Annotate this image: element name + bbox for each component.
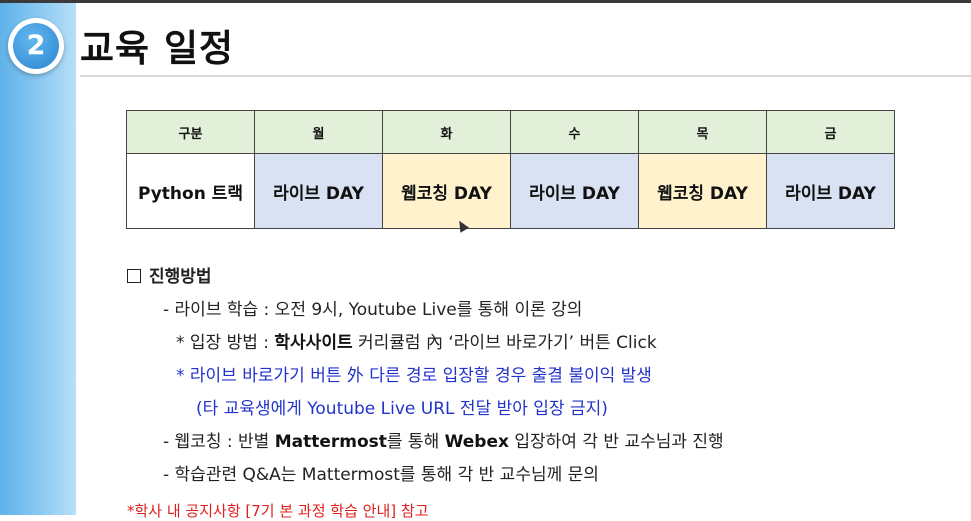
qa-line: - 학습관련 Q&A는 Mattermost를 통해 각 반 교수님께 문의 bbox=[163, 465, 599, 485]
left-accent-bar bbox=[0, 3, 76, 515]
friday-cell: 라이브 DAY bbox=[766, 153, 895, 229]
live-line: - 라이브 학습 : 오전 9시, Youtube Live를 통해 이론 강의 bbox=[163, 300, 583, 320]
warning-line-1: * 라이브 바로가기 버튼 外 다른 경로 입장할 경우 출결 불이익 발생 bbox=[176, 366, 652, 386]
entry-prefix: * 입장 방법 : bbox=[176, 333, 275, 353]
wednesday-cell: 라이브 DAY bbox=[510, 153, 639, 229]
track-name-cell: Python 트랙 bbox=[126, 153, 255, 229]
web-prefix: - 웹코칭 : 반별 bbox=[163, 432, 275, 452]
top-border bbox=[0, 0, 971, 3]
checkbox-icon bbox=[127, 269, 141, 283]
page-title: 교육 일정 bbox=[80, 27, 235, 70]
table-row: Python 트랙 라이브 DAY 웹코칭 DAY 라이브 DAY 웹코칭 DA… bbox=[126, 153, 895, 229]
table-header-row: 구분 월 화 수 목 금 bbox=[126, 110, 895, 154]
header-tuesday: 화 bbox=[382, 110, 511, 154]
entry-bold: 학사사이트 bbox=[274, 333, 353, 353]
web-suffix: 입장하여 각 반 교수님과 진행 bbox=[508, 432, 724, 452]
title-divider bbox=[80, 75, 971, 77]
monday-cell: 라이브 DAY bbox=[254, 153, 383, 229]
header-friday: 금 bbox=[766, 110, 895, 154]
web-bold-mattermost: Mattermost bbox=[274, 432, 387, 452]
schedule-table: 구분 월 화 수 목 금 Python 트랙 라이브 DAY 웹코칭 DAY 라… bbox=[126, 110, 895, 229]
thursday-cell: 웹코칭 DAY bbox=[638, 153, 767, 229]
webcoaching-line: - 웹코칭 : 반별 Mattermost를 통해 Webex 입장하여 각 반… bbox=[163, 427, 724, 452]
warning-line-2: (타 교육생에게 Youtube Live URL 전달 받아 입장 금지) bbox=[196, 399, 608, 419]
notice-line: *학사 내 공지사항 [7기 본 과정 학습 안내] 참고 bbox=[127, 502, 429, 520]
web-bold-webex: Webex bbox=[444, 432, 509, 452]
header-category: 구분 bbox=[126, 110, 255, 154]
header-thursday: 목 bbox=[638, 110, 767, 154]
method-heading-text: 진행방법 bbox=[149, 267, 212, 287]
web-mid: 를 통해 bbox=[386, 432, 445, 452]
entry-line: * 입장 방법 : 학사사이트 커리큘럼 內 ‘라이브 바로가기’ 버튼 Cli… bbox=[176, 328, 657, 353]
number-badge-icon: 2 bbox=[13, 23, 59, 69]
method-heading: 진행방법 bbox=[127, 262, 212, 287]
header-wednesday: 수 bbox=[510, 110, 639, 154]
entry-suffix: 커리큘럼 內 ‘라이브 바로가기’ 버튼 Click bbox=[352, 333, 657, 353]
tuesday-cell: 웹코칭 DAY bbox=[382, 153, 511, 229]
header-monday: 월 bbox=[254, 110, 383, 154]
